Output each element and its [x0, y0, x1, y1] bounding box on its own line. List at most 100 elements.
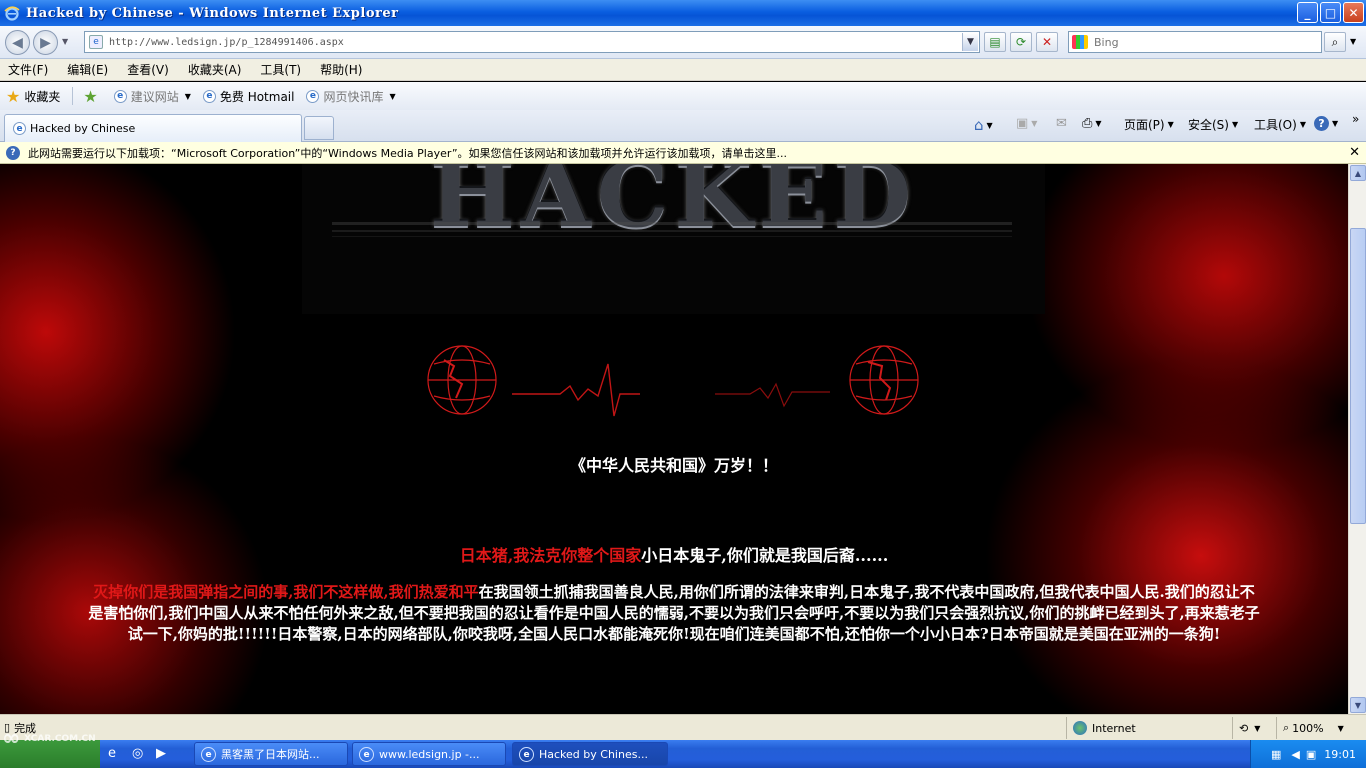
chevron-down-icon: ▼ — [184, 91, 191, 101]
banner-reflection — [302, 222, 1045, 262]
taskbar-item-2[interactable]: e www.ledsign.jp -... — [352, 742, 506, 766]
web-slice-label: 网页快讯库 — [323, 89, 384, 104]
taskbar-item-3[interactable]: e Hacked by Chines... — [512, 742, 668, 766]
information-bar[interactable]: ? 此网站需要运行以下加载项：“Microsoft Corporation”中的… — [0, 142, 1366, 164]
rss-icon: ▣ — [1016, 116, 1029, 131]
url-input[interactable] — [109, 36, 949, 48]
keyboard-icon[interactable]: ▦ — [1271, 748, 1281, 761]
page-menu-label: 页面(P) — [1124, 118, 1165, 132]
quicklaunch-media-icon[interactable]: ▶ — [156, 746, 166, 761]
quicklaunch-ie-icon[interactable]: e — [108, 746, 116, 761]
help-icon: ? — [1314, 116, 1329, 131]
back-arrow-icon: ◀ — [12, 34, 23, 51]
safety-menu-button[interactable]: 安全(S) ▼ — [1188, 116, 1238, 133]
message-paragraph: 灭掉你们是我国弹指之间的事,我们不这样做,我们热爱和平在我国领土抓捕我国善良人民… — [0, 582, 1348, 645]
menu-edit[interactable]: 编辑(E) — [67, 61, 108, 78]
heartbeat-line-left — [512, 363, 640, 417]
scroll-thumb[interactable] — [1350, 228, 1366, 524]
chevron-down-icon: ▼ — [1095, 119, 1102, 128]
page-menu-button[interactable]: 页面(P) ▼ — [1124, 116, 1174, 133]
feeds-button[interactable]: ▣ ▼ — [1016, 116, 1037, 131]
web-slice-gallery-link[interactable]: e 网页快讯库 ▼ — [306, 88, 396, 105]
bing-logo-icon — [1072, 35, 1088, 49]
paragraph-white-b: 是害怕你们,我们中国人从来不怕任何外来之敌,但不要把我国的忍让看作是中国人民的懦… — [88, 604, 1260, 622]
menu-view[interactable]: 查看(V) — [127, 61, 169, 78]
print-button[interactable]: ⎙ ▼ — [1082, 116, 1102, 131]
maximize-button[interactable]: □ — [1320, 2, 1341, 23]
more-toolbar-button[interactable]: » — [1352, 112, 1359, 126]
watermark-text: XCAR.COM.CN — [24, 734, 96, 744]
search-input[interactable] — [1094, 35, 1314, 49]
refresh-icon: ⟳ — [1015, 35, 1027, 49]
separator — [72, 87, 74, 105]
suggested-sites-label: 建议网站 — [130, 89, 179, 104]
close-button[interactable]: ✕ — [1343, 2, 1364, 23]
page-icon: e — [202, 89, 216, 103]
search-box[interactable] — [1068, 31, 1322, 53]
taskbar-item-1[interactable]: e 黑客黑了日本网站... — [194, 742, 348, 766]
page-content: HACKED 《中华人民共和国》万岁！！ 日本猪,我法克你整个国家小日本鬼子,你… — [0, 164, 1348, 714]
menu-favorites[interactable]: 收藏夹(A) — [188, 61, 242, 78]
menu-tools[interactable]: 工具(T) — [260, 61, 301, 78]
taskbar: e ◎ ▶ e 黑客黑了日本网站... e www.ledsign.jp -..… — [0, 740, 1366, 768]
heartbeat-line-right — [715, 382, 830, 408]
search-button[interactable]: ⌕ — [1324, 32, 1346, 52]
favorites-button[interactable]: ★ 收藏夹 — [6, 87, 60, 106]
scroll-down-button[interactable]: ▼ — [1350, 697, 1366, 713]
menu-file[interactable]: 文件(F) — [8, 61, 48, 78]
message-line-1-white: 小日本鬼子,你们就是我国后裔...... — [641, 546, 889, 565]
add-favorites-button[interactable]: ★ — [83, 87, 101, 106]
address-dropdown-icon[interactable]: ▼ — [962, 33, 978, 51]
stop-button[interactable]: ✕ — [1036, 32, 1058, 52]
mail-button[interactable]: ✉ — [1056, 116, 1067, 131]
ie-icon: e — [201, 747, 216, 762]
minimize-button[interactable]: _ — [1297, 2, 1318, 23]
hotmail-link[interactable]: e 免费 Hotmail — [202, 88, 294, 105]
suggested-sites-link[interactable]: e 建议网站 ▼ — [113, 88, 191, 105]
globe-icon — [1073, 721, 1087, 735]
favorites-label: 收藏夹 — [24, 89, 61, 104]
page-icon: e — [306, 89, 320, 103]
refresh-button[interactable]: ⟳ — [1010, 32, 1032, 52]
network-icon[interactable]: ▣ — [1306, 748, 1316, 761]
title-bar[interactable]: Hacked by Chinese - Windows Internet Exp… — [0, 0, 1366, 26]
zone-label: Internet — [1092, 721, 1136, 735]
watermark-logo: ∞ XCAR.COM.CN — [2, 726, 96, 751]
ie-icon: e — [519, 747, 534, 762]
message-line-1: 日本猪,我法克你整个国家小日本鬼子,你们就是我国后裔...... — [0, 542, 1348, 566]
menu-bar: 文件(F) 编辑(E) 查看(V) 收藏夹(A) 工具(T) 帮助(H) — [0, 59, 1366, 81]
taskbar-item-1-label: 黑客黑了日本网站... — [221, 748, 320, 761]
taskbar-item-2-label: www.ledsign.jp -... — [379, 747, 480, 761]
back-button[interactable]: ◀ — [5, 30, 30, 55]
menu-help[interactable]: 帮助(H) — [320, 61, 362, 78]
clock[interactable]: 19:01 — [1324, 748, 1356, 761]
protected-mode-button[interactable]: ⟲ ▼ — [1232, 717, 1260, 739]
tools-menu-button[interactable]: 工具(O) ▼ — [1254, 116, 1306, 133]
chevron-down-icon: ▼ — [1332, 119, 1339, 128]
heartbeat-svg — [427, 345, 919, 417]
scroll-up-button[interactable]: ▲ — [1350, 165, 1366, 181]
forward-button[interactable]: ▶ — [33, 30, 58, 55]
address-bar[interactable]: e ▼ — [84, 31, 980, 53]
new-tab-button[interactable] — [304, 116, 334, 140]
scroll-up-icon: ▲ — [1354, 168, 1362, 178]
forward-arrow-icon: ▶ — [40, 34, 51, 51]
address-toolbar: ◀ ▶ ▼ e ▼ ▤ ⟳ ✕ ⌕ ▼ — [0, 26, 1366, 59]
compatibility-view-button[interactable]: ▤ — [984, 32, 1006, 52]
star-icon: ★ — [6, 86, 21, 106]
chevron-down-icon: ▼ — [1254, 723, 1261, 733]
chevron-down-icon: ▼ — [986, 120, 993, 130]
home-button[interactable]: ⌂ ▼ — [974, 116, 993, 134]
search-options-icon[interactable]: ▼ — [1350, 37, 1356, 46]
tab-label: Hacked by Chinese — [30, 122, 136, 135]
tab-hacked-by-chinese[interactable]: e Hacked by Chinese — [4, 114, 302, 142]
close-infobar-icon[interactable]: ✕ — [1349, 145, 1360, 160]
history-dropdown-icon[interactable]: ▼ — [62, 37, 68, 46]
help-button[interactable]: ? ▼ — [1314, 116, 1338, 131]
quicklaunch-browser-icon[interactable]: ◎ — [132, 746, 143, 761]
stop-icon: ✕ — [1041, 35, 1053, 49]
zoom-button[interactable]: ⌕ 100% ▼ — [1276, 717, 1344, 739]
volume-icon[interactable]: ◀ — [1291, 748, 1299, 761]
security-zone[interactable]: Internet — [1066, 717, 1136, 739]
vertical-scrollbar[interactable]: ▲ ▼ — [1348, 164, 1366, 714]
